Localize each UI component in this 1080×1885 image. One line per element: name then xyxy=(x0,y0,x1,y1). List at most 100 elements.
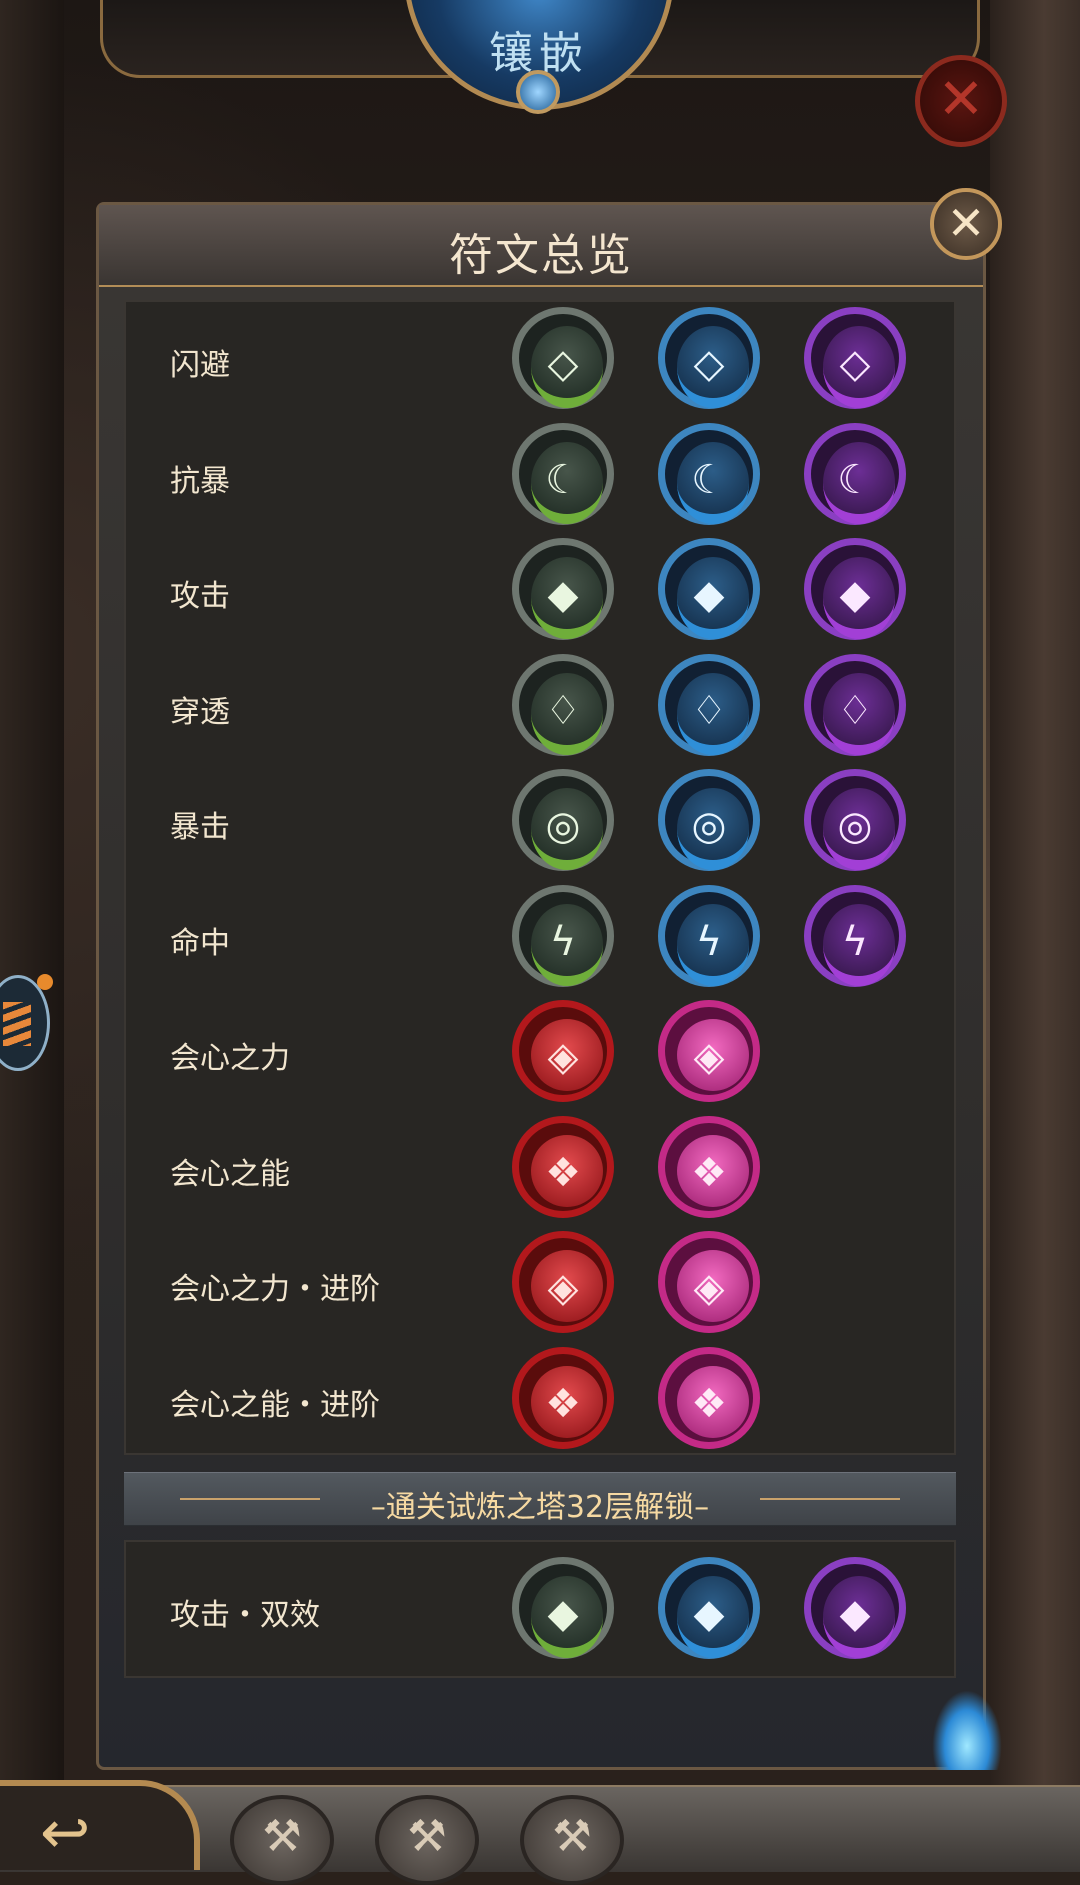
header-gem-icon xyxy=(516,70,560,114)
bonus-rune-list: 攻击・双效 ◆ ◆ ◆ xyxy=(124,1540,956,1678)
rune-symbol: ❖ xyxy=(691,1380,727,1427)
rune-symbol: ◈ xyxy=(547,1034,579,1080)
rune-row-label: 抗暴 xyxy=(170,463,230,499)
purple-rune-icon[interactable]: ◆ xyxy=(804,538,906,640)
rune-symbol: ϟ xyxy=(841,918,869,965)
hammer-icon: ⚒ xyxy=(407,1811,447,1862)
rune-row: 攻击 ◆ ◆ ◆ xyxy=(126,533,954,649)
rune-symbol: ◆ xyxy=(693,572,725,618)
blue-rune-icon[interactable]: ◆ xyxy=(658,538,760,640)
rune-symbol: ϟ xyxy=(695,918,723,965)
blue-rune-icon[interactable]: ♢ xyxy=(658,653,760,756)
rune-row: 抗暴 ☾ ☾ ☾ xyxy=(126,418,954,534)
blue-dual-rune-icon[interactable]: ◆ xyxy=(658,1557,760,1659)
blue-flame-icon xyxy=(932,1690,1002,1770)
rune-symbol: ◆ xyxy=(839,1591,871,1637)
blue-rune-icon[interactable]: ☾ xyxy=(658,422,760,525)
purple-rune-icon[interactable]: ◇ xyxy=(804,307,906,409)
rune-symbol: ◇ xyxy=(547,341,579,387)
rune-symbol: ☾ xyxy=(545,456,581,503)
notification-dot xyxy=(37,974,53,990)
rune-row: 穿透 ♢ ♢ ♢ xyxy=(126,649,954,765)
rune-row: 会心之能 ❖ ❖ xyxy=(126,1111,954,1227)
banner-ornament-right xyxy=(760,1498,900,1500)
rune-symbol: ❖ xyxy=(545,1380,581,1427)
rune-symbol: ◈ xyxy=(693,1034,725,1080)
rune-row: 暴击 ◎ ◎ ◎ xyxy=(126,764,954,880)
forge-button-2[interactable]: ⚒ xyxy=(375,1795,479,1885)
blue-rune-icon[interactable]: ◇ xyxy=(658,307,760,409)
blue-rune-icon[interactable]: ◎ xyxy=(658,769,760,871)
green-rune-icon[interactable]: ☾ xyxy=(512,422,614,525)
magenta-rune-icon[interactable]: ❖ xyxy=(658,1346,760,1449)
red-rune-icon[interactable]: ❖ xyxy=(512,1115,614,1218)
red-rune-icon[interactable]: ◈ xyxy=(512,1231,614,1333)
bonus-row-label: 攻击・双效 xyxy=(170,1598,320,1633)
magenta-rune-icon[interactable]: ◈ xyxy=(658,1000,760,1102)
rune-row-label: 会心之力・进阶 xyxy=(170,1272,380,1307)
unlock-banner: –通关试炼之塔32层解锁– xyxy=(124,1472,956,1526)
rune-symbol: ◈ xyxy=(547,1265,579,1311)
rune-row-label: 会心之能 xyxy=(170,1156,290,1192)
rune-symbol: ◈ xyxy=(693,1265,725,1311)
rune-symbol: ◇ xyxy=(693,341,725,387)
magenta-rune-icon[interactable]: ❖ xyxy=(658,1115,760,1218)
left-scene-edge xyxy=(0,0,64,1870)
rune-symbol: ◆ xyxy=(693,1591,725,1637)
rune-symbol: ◎ xyxy=(691,803,727,849)
rune-row: 闪避 ◇ ◇ ◇ xyxy=(126,302,954,418)
rune-symbol: ♢ xyxy=(837,687,873,734)
purple-rune-icon[interactable]: ☾ xyxy=(804,422,906,525)
unlock-text: –通关试炼之塔32层解锁– xyxy=(370,1490,710,1525)
bonus-rune-row: 攻击・双效 ◆ ◆ ◆ xyxy=(126,1552,954,1668)
rune-row-label: 攻击 xyxy=(170,579,230,614)
rune-symbol: ❖ xyxy=(545,1149,581,1196)
hammer-icon: ⚒ xyxy=(552,1811,592,1862)
rune-row: 会心之能・进阶 ❖ ❖ xyxy=(126,1342,954,1458)
rune-row: 会心之力・进阶 ◈ ◈ xyxy=(126,1226,954,1342)
rune-symbol: ϟ xyxy=(549,918,577,965)
back-button[interactable]: ↩ xyxy=(0,1780,200,1870)
purple-rune-icon[interactable]: ◎ xyxy=(804,769,906,871)
green-rune-icon[interactable]: ◆ xyxy=(512,538,614,640)
rune-symbol: ◆ xyxy=(839,572,871,618)
rune-row-label: 会心之力 xyxy=(170,1041,290,1076)
purple-dual-rune-icon[interactable]: ◆ xyxy=(804,1557,906,1659)
forge-button-1[interactable]: ⚒ xyxy=(230,1795,334,1885)
red-rune-icon[interactable]: ❖ xyxy=(512,1346,614,1449)
rune-row-label: 会心之能・进阶 xyxy=(170,1387,380,1423)
magenta-rune-icon[interactable]: ◈ xyxy=(658,1231,760,1333)
rune-symbol: ◎ xyxy=(545,803,581,849)
rune-row-label: 暴击 xyxy=(170,810,230,845)
back-arrow-icon: ↩ xyxy=(40,1798,91,1868)
rune-symbol: ◆ xyxy=(547,572,579,618)
purple-rune-icon[interactable]: ♢ xyxy=(804,653,906,756)
hammer-icon: ⚒ xyxy=(262,1811,302,1862)
rune-symbol: ♢ xyxy=(691,687,727,734)
menu-stack-icon xyxy=(3,1002,31,1046)
forge-button-3[interactable]: ⚒ xyxy=(520,1795,624,1885)
rune-symbol: ☾ xyxy=(837,456,873,503)
rune-row-label: 闪避 xyxy=(170,348,230,383)
rune-symbol: ❖ xyxy=(691,1149,727,1196)
rune-symbol: ☾ xyxy=(691,456,727,503)
panel-close-button[interactable]: ✕ xyxy=(930,188,1002,260)
rune-row: 会心之力 ◈ ◈ xyxy=(126,995,954,1111)
green-rune-icon[interactable]: ♢ xyxy=(512,653,614,756)
blue-rune-icon[interactable]: ϟ xyxy=(658,884,760,987)
panel-title: 符文总览 xyxy=(449,230,633,281)
green-dual-rune-icon[interactable]: ◆ xyxy=(512,1557,614,1659)
purple-rune-icon[interactable]: ϟ xyxy=(804,884,906,987)
rune-symbol: ◇ xyxy=(839,341,871,387)
red-rune-icon[interactable]: ◈ xyxy=(512,1000,614,1102)
green-rune-icon[interactable]: ◇ xyxy=(512,307,614,409)
right-scene-edge xyxy=(990,0,1080,1870)
green-rune-icon[interactable]: ◎ xyxy=(512,769,614,871)
green-rune-icon[interactable]: ϟ xyxy=(512,884,614,987)
rune-row: 命中 ϟ ϟ ϟ xyxy=(126,880,954,996)
rune-symbol: ◎ xyxy=(837,803,873,849)
header-close-button[interactable]: ✕ xyxy=(915,55,1007,147)
rune-row-label: 命中 xyxy=(170,925,230,961)
rune-row-label: 穿透 xyxy=(170,694,230,730)
rune-symbol: ◆ xyxy=(547,1591,579,1637)
